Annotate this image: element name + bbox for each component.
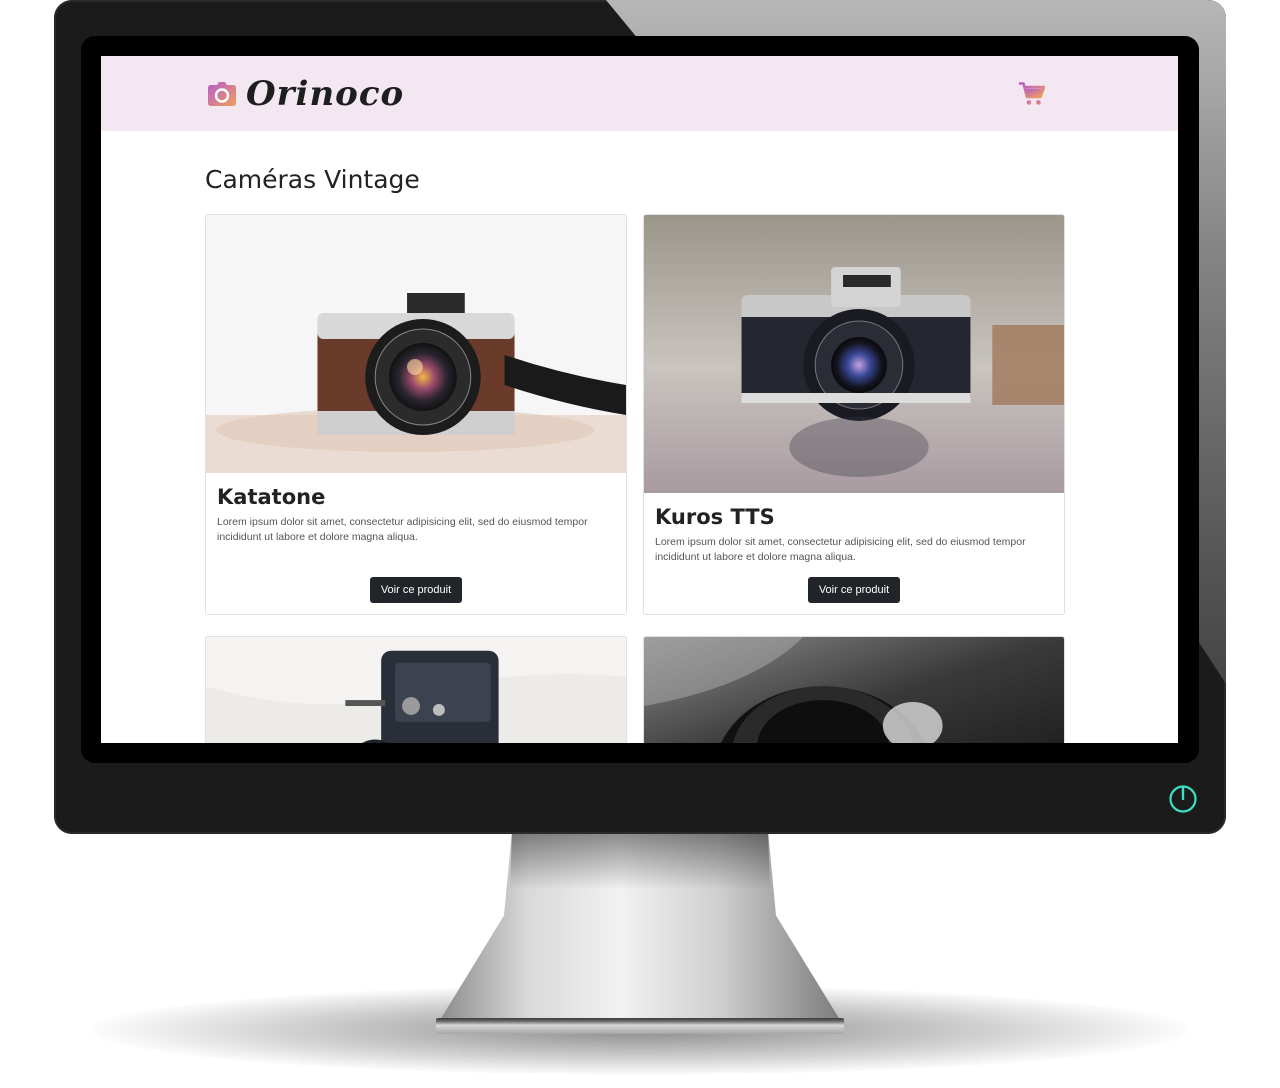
product-description: Lorem ipsum dolor sit amet, consectetur … xyxy=(217,516,588,543)
card-body: Kuros TTS Lorem ipsum dolor sit amet, co… xyxy=(644,493,1064,614)
view-product-button[interactable]: Voir ce produit xyxy=(807,577,901,603)
product-card xyxy=(643,636,1065,743)
brand-name: Orinoco xyxy=(246,73,405,114)
product-description: Lorem ipsum dolor sit amet, consectetur … xyxy=(655,536,1026,563)
screen: Orinoco Caméras Vintage Katatone Lorem i… xyxy=(101,56,1178,743)
monitor-mockup: Orinoco Caméras Vintage Katatone Lorem i… xyxy=(0,0,1280,1088)
stand-shadow xyxy=(510,830,770,890)
product-card: Katatone Lorem ipsum dolor sit amet, con… xyxy=(205,214,627,615)
product-name: Katatone xyxy=(217,485,326,509)
product-image[interactable] xyxy=(206,215,626,473)
shopping-cart-icon[interactable] xyxy=(1019,81,1045,106)
product-card: Kuros TTS Lorem ipsum dolor sit amet, co… xyxy=(643,214,1065,615)
view-product-button[interactable]: Voir ce produit xyxy=(369,577,463,603)
camera-icon xyxy=(208,81,236,106)
main-content: Caméras Vintage Katatone Lorem ipsum dol… xyxy=(101,131,1178,743)
power-icon[interactable] xyxy=(1168,784,1198,814)
card-body: Katatone Lorem ipsum dolor sit amet, con… xyxy=(206,473,626,614)
product-image[interactable] xyxy=(644,215,1064,493)
site-header: Orinoco xyxy=(101,56,1178,131)
page-title: Caméras Vintage xyxy=(205,165,420,194)
product-name: Kuros TTS xyxy=(655,505,775,529)
product-card xyxy=(205,636,627,743)
product-image[interactable] xyxy=(206,637,626,743)
product-grid: Katatone Lorem ipsum dolor sit amet, con… xyxy=(205,214,1178,743)
monitor-base xyxy=(436,1018,844,1034)
product-image[interactable] xyxy=(644,637,1064,743)
brand[interactable]: Orinoco xyxy=(208,74,404,114)
